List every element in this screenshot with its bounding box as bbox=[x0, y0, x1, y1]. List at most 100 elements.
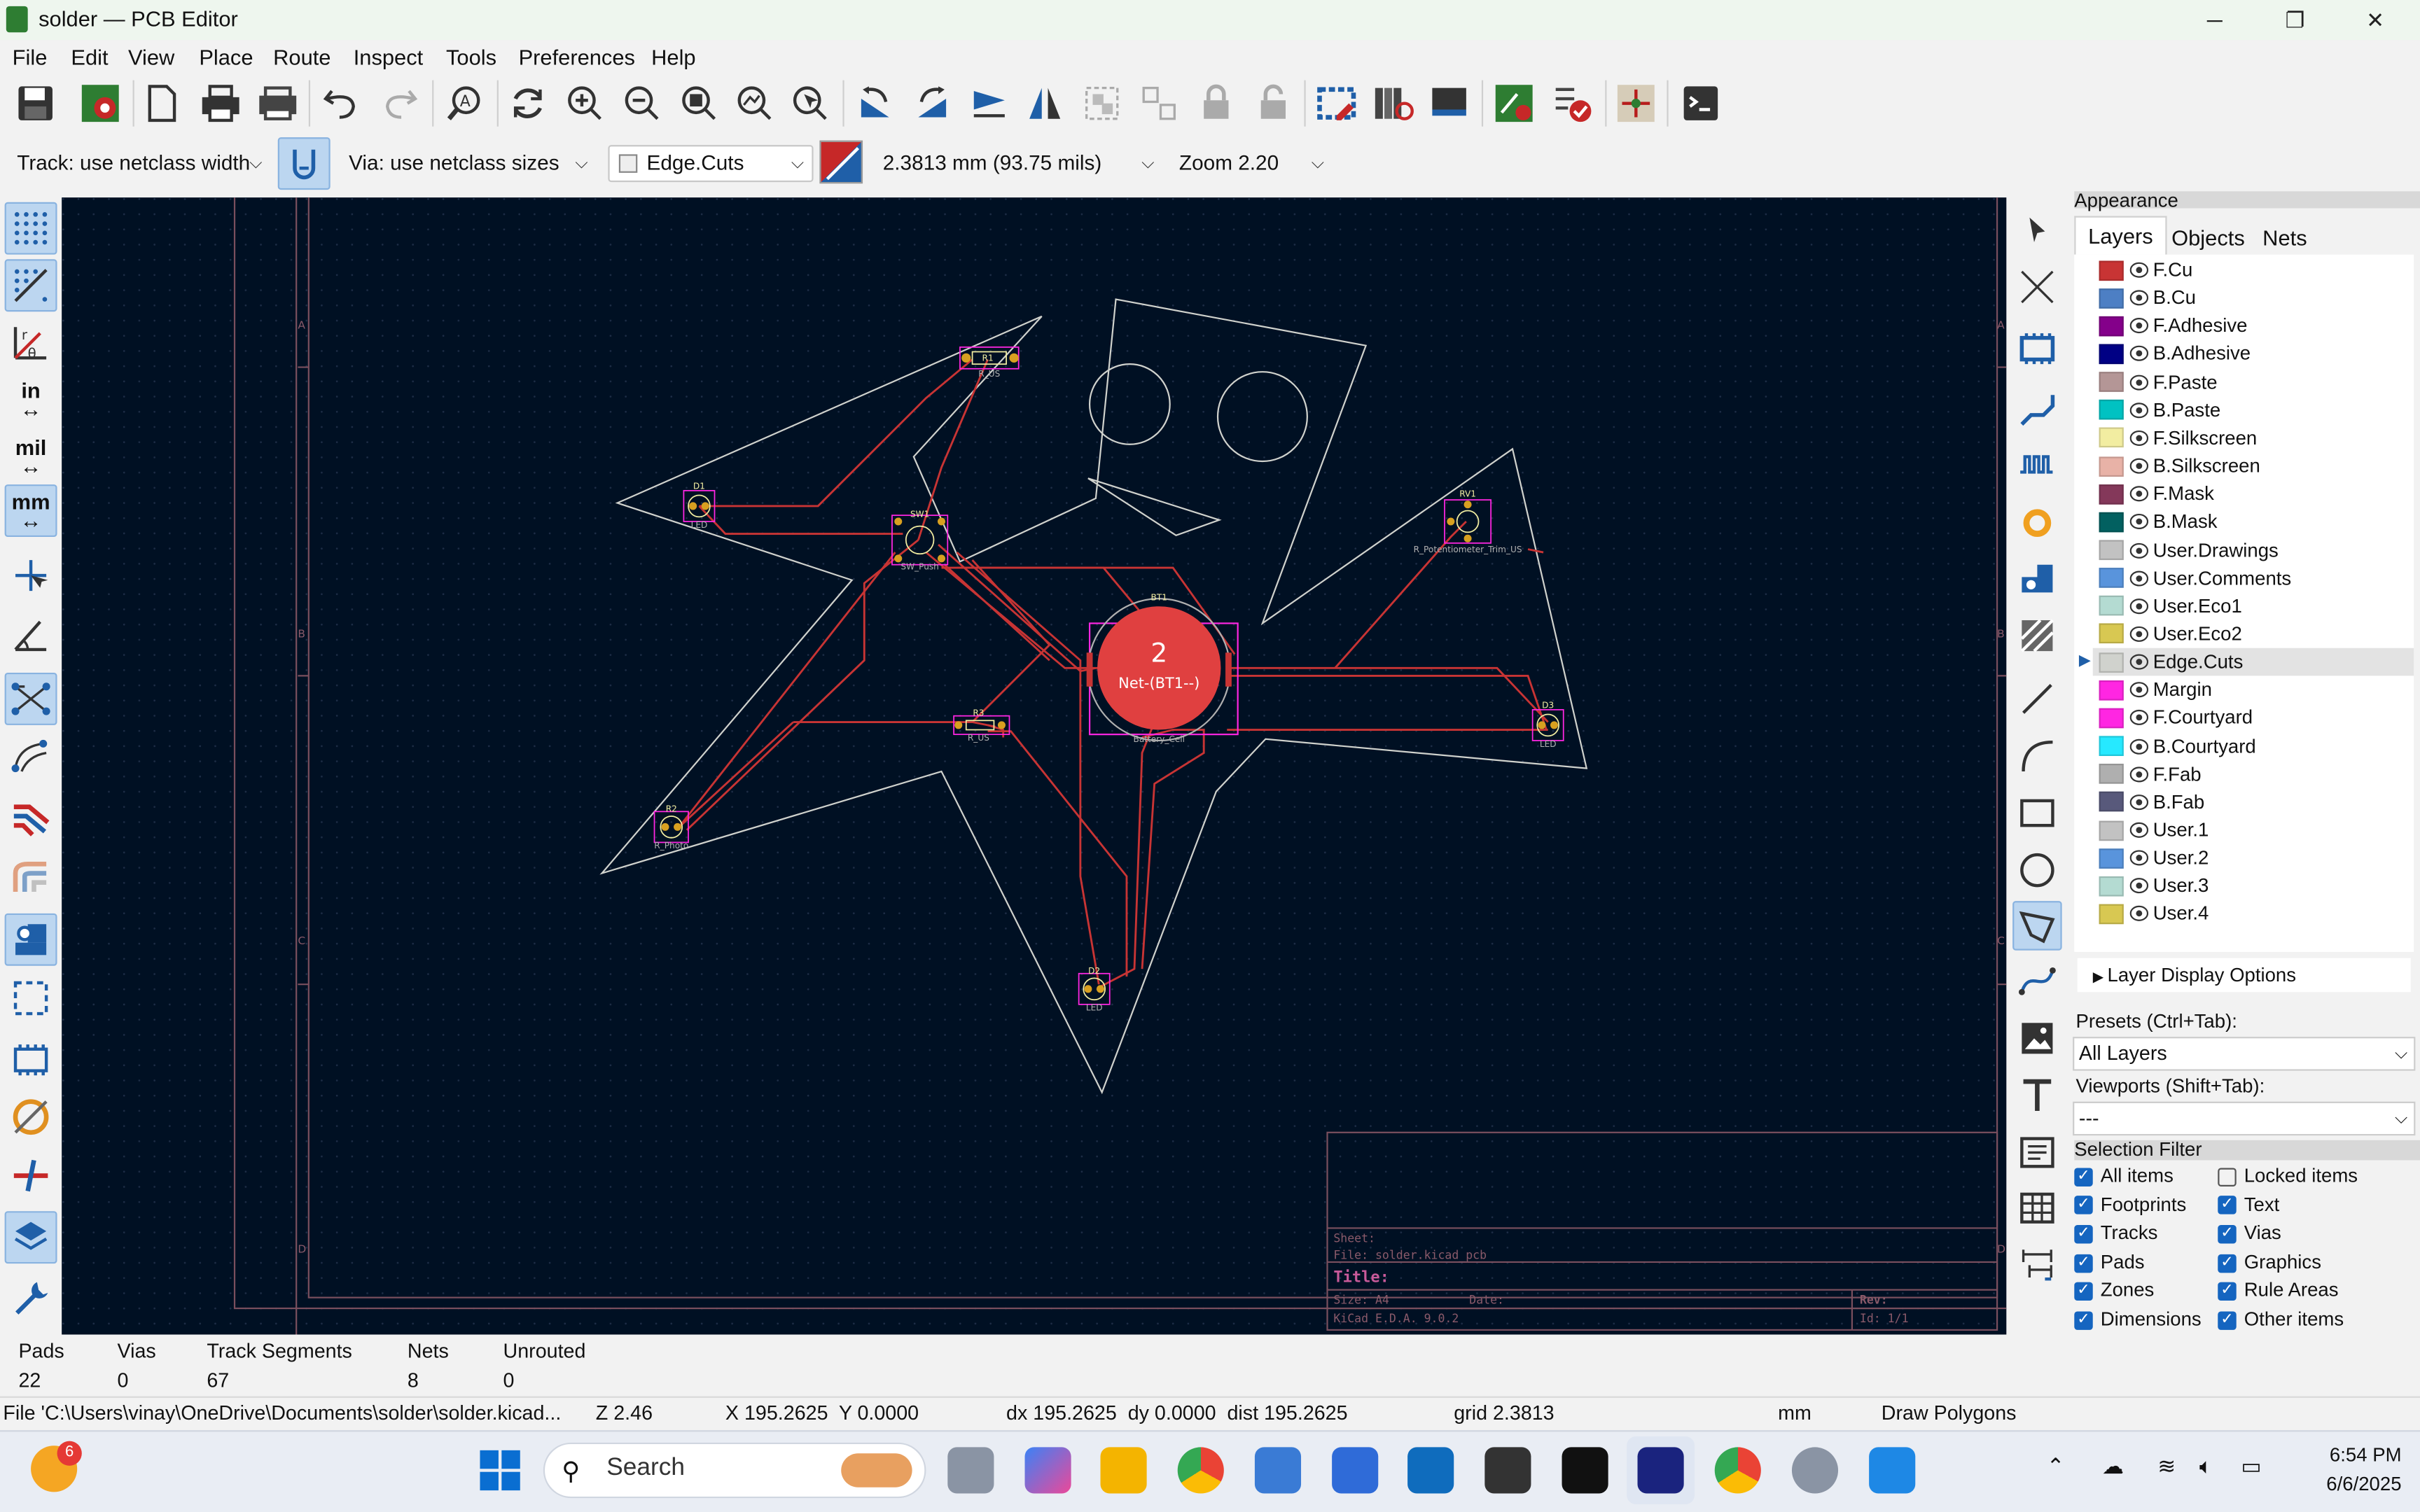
eye-icon[interactable] bbox=[2129, 401, 2149, 419]
layer-row-user-2[interactable]: User.2 bbox=[2093, 844, 2414, 872]
pcb-canvas[interactable]: A B C D A B C D 2 Net-(BT1--) BT1 Batter… bbox=[62, 197, 2007, 1335]
menu-view[interactable]: View bbox=[128, 45, 174, 69]
angle-snap-icon[interactable] bbox=[5, 608, 57, 660]
refresh-icon[interactable] bbox=[501, 77, 554, 130]
add-textbox-icon[interactable] bbox=[2012, 1128, 2062, 1177]
draw-arc-icon[interactable] bbox=[2012, 732, 2062, 781]
layer-color-swatch[interactable] bbox=[2099, 372, 2124, 393]
layer-color-swatch[interactable] bbox=[2099, 736, 2124, 757]
kicad-icon[interactable] bbox=[1637, 1447, 1684, 1494]
layer-color-swatch[interactable] bbox=[2099, 820, 2124, 841]
eye-icon[interactable] bbox=[2129, 821, 2149, 839]
group-icon[interactable] bbox=[1076, 77, 1128, 130]
eye-icon[interactable] bbox=[2129, 541, 2149, 559]
eye-icon[interactable] bbox=[2129, 260, 2149, 279]
net-color-mode-icon[interactable] bbox=[5, 790, 57, 842]
filter-locked-items[interactable]: Locked items bbox=[2218, 1165, 2358, 1186]
checkbox-icon[interactable]: ✓ bbox=[2218, 1282, 2237, 1301]
volume-icon[interactable]: 🔈︎ bbox=[2199, 1453, 2213, 1479]
layer-row-b-silkscreen[interactable]: B.Silkscreen bbox=[2093, 452, 2414, 480]
eye-icon[interactable] bbox=[2129, 653, 2149, 671]
eye-icon[interactable] bbox=[2129, 428, 2149, 447]
maximize-button[interactable]: ❐ bbox=[2260, 3, 2330, 36]
layer-row-f-courtyard[interactable]: F.Courtyard bbox=[2093, 704, 2414, 732]
onedrive-icon[interactable]: ☁ bbox=[2102, 1453, 2124, 1479]
add-image-icon[interactable] bbox=[2012, 1014, 2062, 1063]
wifi-icon[interactable]: ≋ bbox=[2157, 1453, 2176, 1479]
eye-icon[interactable] bbox=[2129, 849, 2149, 867]
tune-length-icon[interactable] bbox=[2012, 440, 2062, 489]
tab-objects[interactable]: Objects bbox=[2171, 225, 2245, 250]
add-via-icon[interactable] bbox=[2012, 498, 2062, 548]
filter-tracks[interactable]: ✓ Tracks bbox=[2074, 1222, 2157, 1244]
minimize-button[interactable]: ─ bbox=[2179, 3, 2250, 36]
menu-edit[interactable]: Edit bbox=[71, 45, 108, 69]
auto-track-width-icon[interactable] bbox=[277, 137, 331, 190]
select-arrow-icon[interactable] bbox=[2012, 205, 2062, 255]
3d-viewer-icon[interactable] bbox=[1423, 77, 1475, 130]
add-text-icon[interactable] bbox=[2012, 1071, 2062, 1121]
filter-all-items[interactable]: ✓ All items bbox=[2074, 1165, 2174, 1186]
board-setup-icon[interactable] bbox=[74, 77, 127, 130]
layer-row-user-1[interactable]: User.1 bbox=[2093, 816, 2414, 844]
save-icon[interactable] bbox=[9, 77, 62, 130]
schematic-editor-icon[interactable] bbox=[1610, 77, 1662, 130]
pycharm-icon[interactable] bbox=[1562, 1447, 1608, 1494]
checkbox-icon[interactable]: ✓ bbox=[2074, 1282, 2093, 1301]
footprint-browser-icon[interactable] bbox=[1368, 77, 1420, 130]
layer-row-b-courtyard[interactable]: B.Courtyard bbox=[2093, 732, 2414, 760]
layer-color-swatch[interactable] bbox=[2099, 792, 2124, 813]
layer-color-swatch[interactable] bbox=[2099, 596, 2124, 617]
close-button[interactable]: ✕ bbox=[2339, 3, 2410, 36]
layer-row-edge-cuts[interactable]: Edge.Cuts bbox=[2092, 648, 2414, 676]
checkbox-icon[interactable]: ✓ bbox=[2074, 1196, 2093, 1215]
draw-circle-icon[interactable] bbox=[2012, 846, 2062, 895]
snipping-icon[interactable] bbox=[1332, 1447, 1379, 1494]
checkbox-icon[interactable]: ✓ bbox=[2074, 1253, 2093, 1273]
layer-row-b-adhesive[interactable]: B.Adhesive bbox=[2093, 340, 2414, 368]
layer-row-margin[interactable]: Margin bbox=[2093, 676, 2414, 704]
layer-row-f-fab[interactable]: F.Fab bbox=[2093, 760, 2414, 788]
eye-icon[interactable] bbox=[2129, 793, 2149, 811]
local-ratsnest-icon[interactable] bbox=[2012, 262, 2062, 312]
add-table-icon[interactable] bbox=[2012, 1184, 2062, 1233]
update-pcb-icon[interactable] bbox=[1488, 77, 1541, 130]
layer-row-user-eco1[interactable]: User.Eco1 bbox=[2093, 592, 2414, 620]
checkbox-icon[interactable]: ✓ bbox=[2218, 1253, 2237, 1273]
eye-icon[interactable] bbox=[2129, 372, 2149, 391]
layer-color-swatch[interactable] bbox=[2099, 904, 2124, 925]
file-explorer-icon[interactable] bbox=[1100, 1447, 1147, 1494]
polar-coords-icon[interactable]: θr bbox=[5, 316, 57, 369]
layer-row-user-3[interactable]: User.3 bbox=[2093, 872, 2414, 900]
eye-icon[interactable] bbox=[2129, 765, 2149, 783]
layer-row-user-eco2[interactable]: User.Eco2 bbox=[2093, 620, 2414, 648]
draw-rectangle-icon[interactable] bbox=[2012, 788, 2062, 838]
route-track-icon[interactable] bbox=[2012, 386, 2062, 435]
eye-icon[interactable] bbox=[2129, 288, 2149, 307]
grid-overrides-icon[interactable] bbox=[4, 259, 57, 312]
layer-row-user-drawings[interactable]: User.Drawings bbox=[2093, 536, 2414, 564]
zoom-fit-icon[interactable] bbox=[673, 77, 725, 130]
kicad-app-icon[interactable] bbox=[6, 6, 28, 33]
layer-row-user-4[interactable]: User.4 bbox=[2093, 900, 2414, 928]
find-icon[interactable]: A bbox=[438, 77, 491, 130]
layer-color-swatch[interactable] bbox=[2099, 876, 2124, 897]
footprint-outline-icon[interactable] bbox=[5, 1034, 57, 1086]
zoom-select[interactable]: Zoom 2.20 ⌵ bbox=[1168, 145, 1333, 182]
rule-area-icon[interactable] bbox=[2012, 611, 2062, 661]
fill-zones-icon[interactable] bbox=[4, 913, 57, 966]
layer-color-swatch[interactable] bbox=[2099, 400, 2124, 421]
curved-ratsnest-icon[interactable] bbox=[5, 730, 57, 783]
unlock-icon[interactable] bbox=[1247, 77, 1300, 130]
start-icon[interactable] bbox=[478, 1449, 522, 1492]
checkbox-icon[interactable]: ✓ bbox=[2074, 1310, 2093, 1330]
layer-color-swatch[interactable] bbox=[2099, 568, 2124, 589]
high-contrast-icon[interactable] bbox=[5, 850, 57, 902]
zoom-objects-icon[interactable] bbox=[728, 77, 781, 130]
layer-row-b-paste[interactable]: B.Paste bbox=[2093, 396, 2414, 424]
layer-color-swatch[interactable] bbox=[2099, 652, 2124, 673]
scripting-console-icon[interactable] bbox=[1674, 77, 1727, 130]
units-mil-button[interactable]: mil ↔ bbox=[5, 430, 57, 483]
checkbox-icon[interactable]: ✓ bbox=[2074, 1224, 2093, 1244]
chrome-profile-icon[interactable] bbox=[1714, 1447, 1761, 1494]
